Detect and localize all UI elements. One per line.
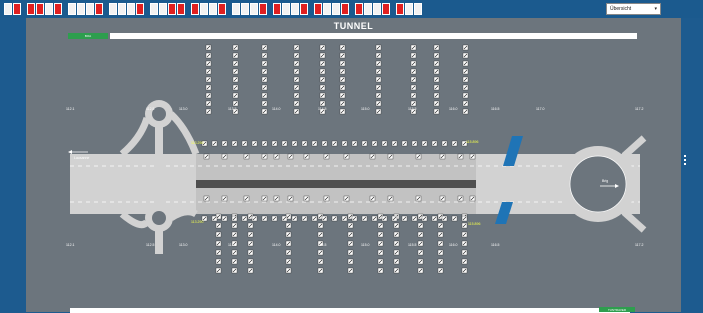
toolbar: Übersicht ▾ <box>0 0 703 18</box>
direction-label-right: Brig <box>602 179 609 183</box>
toolbar-button[interactable] <box>232 3 240 15</box>
toolbar-button[interactable] <box>159 3 167 15</box>
toolbar-button[interactable] <box>282 3 290 15</box>
station-top-left: 112.1 <box>66 107 75 111</box>
station-marker-top: 113.0 <box>179 107 188 111</box>
station-marker-bottom: 112.5 <box>146 243 155 247</box>
chevron-down-icon: ▾ <box>654 6 657 12</box>
toolbar-button[interactable] <box>341 3 349 15</box>
tunnel-schematic <box>68 44 647 274</box>
toolbar-button[interactable] <box>355 3 363 15</box>
toolbar-button[interactable] <box>150 3 158 15</box>
toolbar-button[interactable] <box>209 3 217 15</box>
toolbar-group-7 <box>232 3 267 15</box>
toolbar-button[interactable] <box>168 3 176 15</box>
toolbar-button[interactable] <box>127 3 135 15</box>
toolbar-group-10 <box>355 3 390 15</box>
toolbar-group-2 <box>27 3 62 15</box>
station-marker-bottom: 113.5 <box>228 243 237 247</box>
toolbar-group-11 <box>396 3 422 15</box>
zone-label-bottom-right: 115.896 <box>468 222 481 226</box>
toolbar-button[interactable] <box>291 3 299 15</box>
toolbar-group-4 <box>109 3 144 15</box>
toolbar-button[interactable] <box>332 3 340 15</box>
bottom-status-bar <box>70 308 630 313</box>
toolbar-group-5 <box>150 3 185 15</box>
station-bottom-right: 117.2 <box>635 243 644 247</box>
toolbar-button[interactable] <box>323 3 331 15</box>
toolbar-button[interactable] <box>4 3 12 15</box>
toolbar-button[interactable] <box>259 3 267 15</box>
toolbar-button[interactable] <box>136 3 144 15</box>
station-marker-top: 116.5 <box>491 107 500 111</box>
toolbar-button[interactable] <box>77 3 85 15</box>
station-marker-top: 117.0 <box>536 107 545 111</box>
toolbar-button[interactable] <box>95 3 103 15</box>
toolbar-group-9 <box>314 3 349 15</box>
station-marker-bottom: 116.0 <box>449 243 458 247</box>
toolbar-button[interactable] <box>250 3 258 15</box>
toolbar-group-3 <box>68 3 103 15</box>
toolbar-button[interactable] <box>54 3 62 15</box>
station-marker-bottom: 113.0 <box>179 243 188 247</box>
tunnel-overview-panel: TUNNEL BOA Lausanne Brig 112.1 117.2 112… <box>26 18 681 313</box>
toolbar-group-8 <box>273 3 308 15</box>
toolbar-button[interactable] <box>414 3 422 15</box>
toolbar-button[interactable] <box>200 3 208 15</box>
station-top-right: 117.2 <box>635 107 644 111</box>
station-marker-top: 114.0 <box>272 107 281 111</box>
zone-label-top-left: 113.290 <box>191 141 204 145</box>
right-status-badge[interactable]: TUNTRAVER <box>599 307 635 312</box>
view-select-value: Übersicht <box>610 6 632 12</box>
toolbar-button[interactable] <box>241 3 249 15</box>
toolbar-button[interactable] <box>218 3 226 15</box>
toolbar-button[interactable] <box>118 3 126 15</box>
toolbar-button[interactable] <box>177 3 185 15</box>
station-marker-top: 116.0 <box>449 107 458 111</box>
toolbar-button[interactable] <box>191 3 199 15</box>
toolbar-button[interactable] <box>396 3 404 15</box>
toolbar-button[interactable] <box>109 3 117 15</box>
tunnel-median <box>196 180 476 188</box>
direction-label-left: Lausanne <box>74 156 90 160</box>
toolbar-button[interactable] <box>405 3 413 15</box>
zone-label-top-right: 115.896 <box>466 140 479 144</box>
toolbar-button[interactable] <box>364 3 372 15</box>
toolbar-button[interactable] <box>382 3 390 15</box>
station-marker-top: 115.5 <box>408 107 417 111</box>
station-marker-bottom: 114.5 <box>318 243 327 247</box>
arrow-left-icon <box>68 150 72 154</box>
station-marker-bottom: 115.0 <box>361 243 370 247</box>
station-marker-bottom: 116.5 <box>491 243 500 247</box>
toolbar-group-1 <box>4 3 21 15</box>
toolbar-button[interactable] <box>13 3 21 15</box>
toolbar-button[interactable] <box>27 3 35 15</box>
toolbar-button[interactable] <box>36 3 44 15</box>
toolbar-button[interactable] <box>68 3 76 15</box>
toolbar-button[interactable] <box>314 3 322 15</box>
zone-label-bottom-left: 113.290 <box>191 220 204 224</box>
station-bottom-left: 112.1 <box>66 243 75 247</box>
station-marker-top: 115.0 <box>361 107 370 111</box>
toolbar-button[interactable] <box>373 3 381 15</box>
side-drag-handle[interactable] <box>684 155 686 165</box>
view-select[interactable]: Übersicht ▾ <box>606 3 661 15</box>
station-marker-top: 113.5 <box>228 107 237 111</box>
station-marker-top: 112.5 <box>146 107 155 111</box>
toolbar-button[interactable] <box>300 3 308 15</box>
station-marker-top: 114.5 <box>318 107 327 111</box>
station-marker-bottom: 115.5 <box>408 243 417 247</box>
toolbar-button[interactable] <box>45 3 53 15</box>
toolbar-group-6 <box>191 3 226 15</box>
station-marker-bottom: 114.0 <box>272 243 281 247</box>
toolbar-button[interactable] <box>273 3 281 15</box>
toolbar-button[interactable] <box>86 3 94 15</box>
